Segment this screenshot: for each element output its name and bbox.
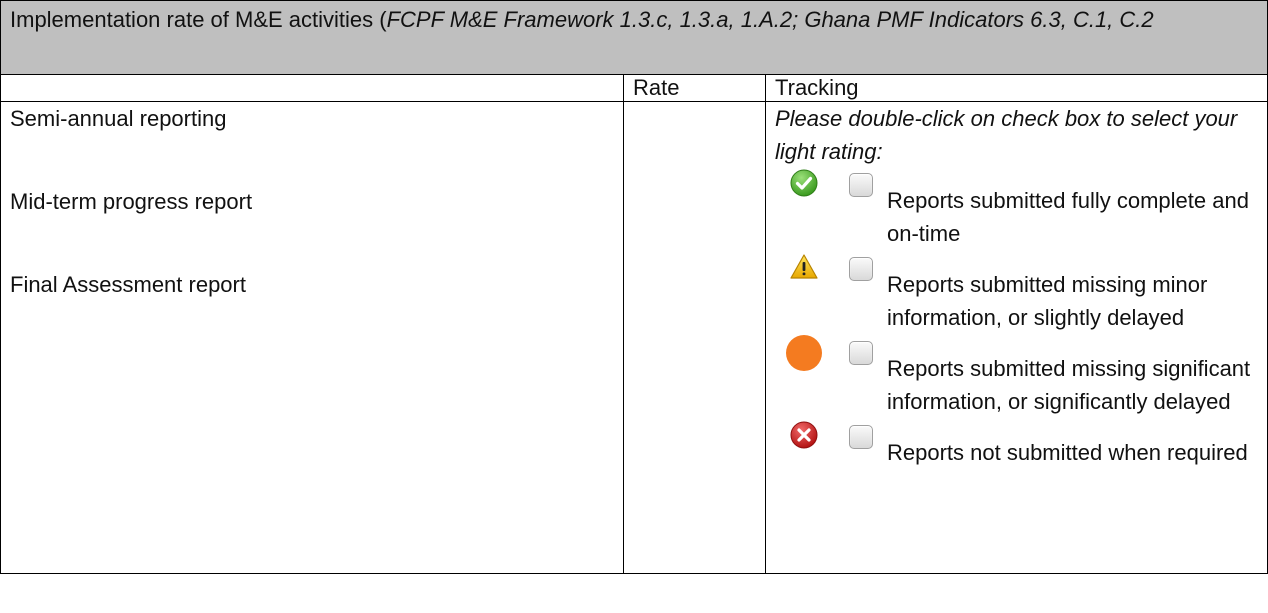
tracking-cell: Please double-click on check box to sele… <box>765 101 1268 574</box>
rating-option-yellow: Reports submitted missing minor informat… <box>775 254 1267 334</box>
rate-cell[interactable] <box>623 101 766 574</box>
column-header-tracking: Tracking <box>765 74 1268 102</box>
rating-checkbox[interactable] <box>849 173 873 197</box>
report-item: Semi-annual reporting <box>10 106 227 131</box>
orange-circle-icon <box>785 334 823 372</box>
report-item: Final Assessment report <box>10 272 246 297</box>
report-items-cell: Semi-annual reporting Mid-term progress … <box>0 101 624 574</box>
tracking-instruction: Please double-click on check box to sele… <box>775 106 1238 164</box>
column-header-blank <box>0 74 624 102</box>
rating-checkbox[interactable] <box>849 341 873 365</box>
indicator-reference: FCPF M&E Framework 1.3.c, 1.3.a, 1.A.2; … <box>386 7 1154 32</box>
rating-checkbox[interactable] <box>849 257 873 281</box>
rating-option-label: Reports submitted missing minor informat… <box>887 272 1208 330</box>
indicator-title-cell: Implementation rate of M&E activities (F… <box>0 0 1268 75</box>
rating-option-label: Reports not submitted when required <box>887 440 1248 465</box>
red-x-icon <box>789 420 819 450</box>
column-header-rate: Rate <box>623 74 766 102</box>
indicator-table: Implementation rate of M&E activities (F… <box>0 0 1268 574</box>
indicator-title: Implementation rate of M&E activities ( <box>10 7 387 32</box>
rating-option-label: Reports submitted missing significant in… <box>887 356 1251 414</box>
yellow-warning-icon <box>789 252 819 282</box>
rating-option-label: Reports submitted fully complete and on-… <box>887 188 1249 246</box>
green-check-icon <box>789 168 819 198</box>
report-item: Mid-term progress report <box>10 189 253 214</box>
rating-option-green: Reports submitted fully complete and on-… <box>775 168 1267 250</box>
rating-option-orange: Reports submitted missing significant in… <box>775 335 1267 418</box>
rating-option-red: Reports not submitted when required <box>775 420 1267 469</box>
rating-checkbox[interactable] <box>849 425 873 449</box>
